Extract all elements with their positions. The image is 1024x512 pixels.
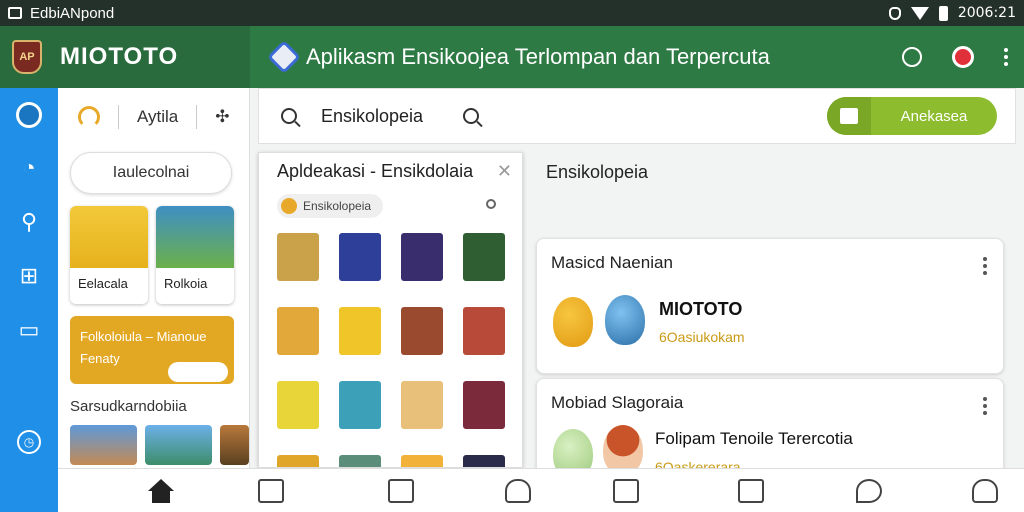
favorite-icon[interactable] [486,199,496,209]
divider [196,105,198,129]
content-card[interactable]: Masicd Naenian MIOTOTO 6Oasiukokam [536,238,1004,374]
app-icon[interactable] [463,307,505,355]
clock-icon[interactable]: ◷ [17,430,41,454]
globe-icon[interactable] [16,102,42,128]
share-icon[interactable]: ⚲ [15,208,43,236]
notification-icon[interactable] [952,46,974,68]
status-time: 2006:21 [957,5,1016,21]
home-icon-body [152,491,170,503]
cloud-decoration [168,362,228,382]
card-title: Masicd Naenian [551,253,673,272]
app-icon[interactable] [339,233,381,281]
action-button-label: Anekasea [900,107,968,125]
app-icon[interactable] [339,307,381,355]
app-icon[interactable] [277,307,319,355]
section-title: Sarsudkarndobiia [70,398,187,415]
promo-banner[interactable]: Folkoloiula – Mianoue Fenaty [70,316,234,384]
clipboard-icon[interactable] [613,479,639,503]
photo-thumbnail[interactable] [145,425,213,465]
logo-icon[interactable] [78,106,100,128]
more-icon[interactable] [983,257,987,275]
category-card[interactable]: Rolkoia [156,206,234,304]
app-icon[interactable] [401,381,443,429]
app-icon[interactable] [339,381,381,429]
brand[interactable]: AP MIOTOTO [0,26,250,88]
card-caption: Eelacala [78,276,128,291]
content-title: Ensikolopeia [546,162,649,182]
app-icon-grid [277,233,522,467]
divider [118,105,119,129]
app-icon[interactable] [401,455,443,467]
left-panel: Aytila ✣ Iaulecolnai Eelacala Rolkoia Fo… [58,88,250,468]
card-name: Folipam Tenoile Terercotia [655,429,853,448]
document-icon[interactable] [738,479,764,503]
card-thumbnail [70,206,148,268]
apps-panel-title: Apldeakasi - Ensikdolaia [277,161,474,181]
left-search-pill[interactable]: Iaulecolnai [70,152,232,194]
app-header: AP MIOTOTO Aplikasm Ensikoojea Terlompan… [0,26,1024,88]
app-icon[interactable] [463,381,505,429]
app-icon[interactable] [401,307,443,355]
status-app-name: EdbiANpond [30,4,115,22]
card-thumbnail [156,206,234,268]
gallery-icon[interactable] [258,479,284,503]
book-icon[interactable]: ▭ [15,316,43,344]
content-area: Ensikolopeia Masicd Naenian MIOTOTO 6Oas… [530,152,1024,478]
chip-label: Ensikolopeia [303,199,372,213]
brand-name: MIOTOTO [60,43,179,70]
app-icon[interactable] [463,455,505,467]
brand-logo: AP [12,40,42,74]
lock-icon[interactable] [972,479,998,503]
chat-icon[interactable] [856,479,882,503]
category-card[interactable]: Eelacala [70,206,148,304]
apps-panel: Apldeakasi - Ensikdolaia ✕ Ensikolopeia [258,152,523,468]
user-icon[interactable] [902,47,922,67]
card-subtitle: 6Oasiukokam [659,329,745,345]
photo-thumbnail[interactable] [220,425,249,465]
tablet-icon[interactable] [388,479,414,503]
more-icon[interactable] [1004,48,1008,66]
card-title: Mobiad Slagoraia [551,393,684,412]
pinwheel-icon[interactable]: ✣ [215,107,229,127]
layout-icon[interactable]: ⊞ [15,262,43,290]
app-icon[interactable] [463,233,505,281]
photo-thumbnail[interactable] [70,425,138,465]
balloon-avatar [553,297,593,347]
wifi-icon [910,6,929,20]
app-icon[interactable] [401,233,443,281]
chip-dot-icon [281,198,297,214]
status-bar: EdbiANpond 2006:21 [0,0,1024,26]
search-icon[interactable] [281,108,297,124]
content-card[interactable]: Mobiad Slagoraia Folipam Tenoile Tererco… [536,378,1004,478]
globe-avatar [605,295,645,345]
app-icon[interactable] [277,455,319,467]
app-icon[interactable] [277,381,319,429]
history-icon[interactable]: ◔ [15,154,43,182]
card-name: MIOTOTO [659,299,743,319]
app-icon[interactable] [277,233,319,281]
app-diamond-icon [267,40,301,74]
search-icon[interactable] [463,108,480,124]
note-icon [827,97,871,135]
home-icon[interactable] [148,479,174,491]
battery-icon [938,5,948,21]
action-button[interactable]: Anekasea [827,97,997,135]
search-input[interactable]: Ensikolopeia [321,106,423,127]
card-caption: Rolkoia [164,276,208,291]
page-title: Aplikasm Ensikoojea Terlompan dan Terper… [306,44,770,69]
nav-rail: ◔ ⚲ ⊞ ▭ ◷ [0,88,58,512]
shield-icon [888,6,901,20]
bottom-nav [58,468,1024,512]
filter-chip[interactable]: Ensikolopeia [277,194,384,218]
more-icon[interactable] [983,397,987,415]
tab-label[interactable]: Aytila [137,107,178,127]
banner-text: Folkoloiula – Mianoue Fenaty [80,329,207,366]
image-icon [8,7,22,19]
close-icon[interactable]: ✕ [497,161,512,182]
profile-icon[interactable] [505,479,531,503]
app-icon[interactable] [339,455,381,467]
main-search-bar[interactable]: Ensikolopeia Anekasea [258,88,1016,144]
